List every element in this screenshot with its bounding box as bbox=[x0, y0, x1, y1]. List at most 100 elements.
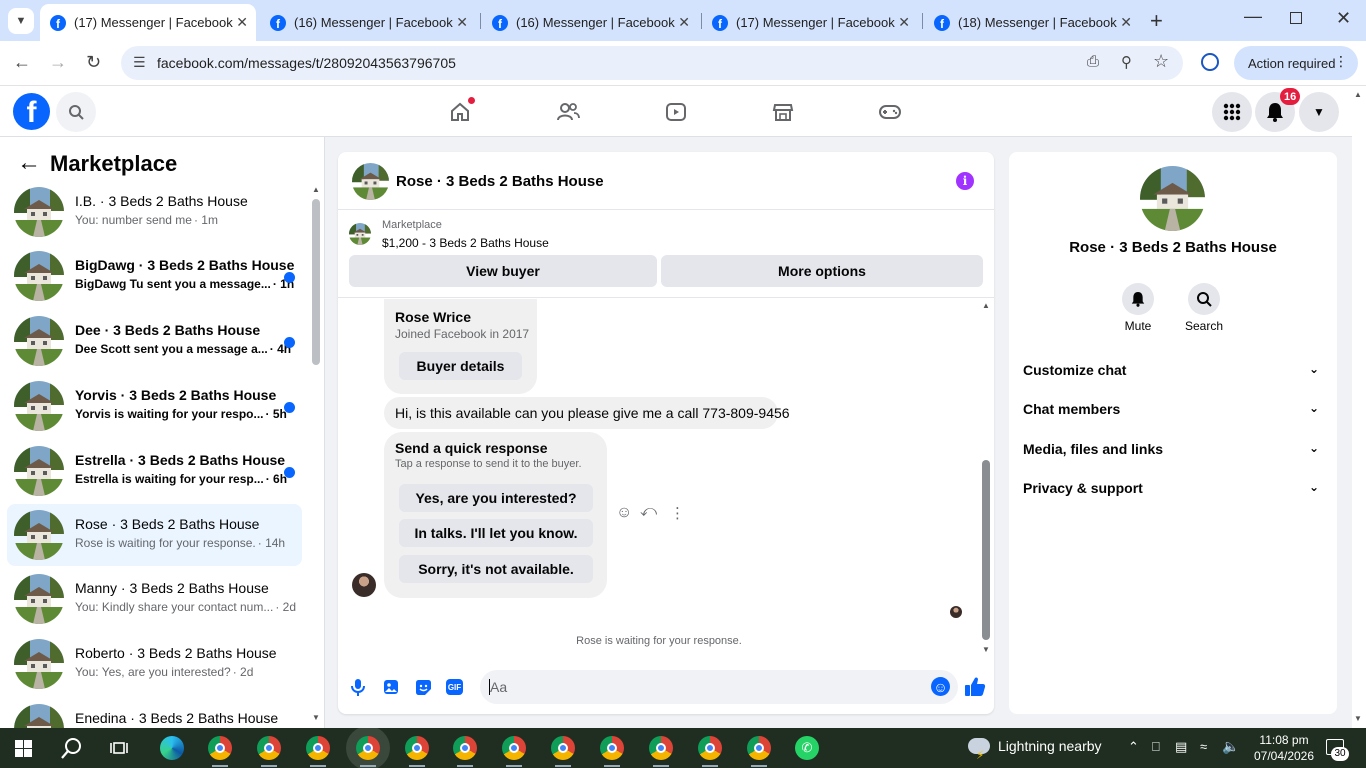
zoom-icon[interactable]: ⚲ bbox=[1121, 53, 1132, 71]
list-scrollbar-thumb[interactable] bbox=[312, 199, 320, 365]
back-icon[interactable]: ← bbox=[13, 52, 31, 73]
site-info-icon[interactable]: ☰ bbox=[133, 54, 146, 71]
weather-widget[interactable]: ⚡ Lightning nearby bbox=[968, 738, 1102, 762]
like-button[interactable] bbox=[964, 676, 986, 702]
more-vert-icon[interactable]: ⋮ bbox=[670, 504, 685, 522]
quick-response-yes[interactable]: Yes, are you interested? bbox=[399, 484, 593, 512]
wifi-icon[interactable]: ≈ bbox=[1200, 739, 1207, 754]
clock-date[interactable]: 07/04/2026 bbox=[1250, 749, 1318, 763]
network-icon[interactable]: ▤ bbox=[1175, 739, 1187, 755]
react-emoji-icon[interactable]: ☺ bbox=[616, 504, 632, 522]
chat-scroll-up-arrow[interactable]: ▲ bbox=[982, 301, 990, 310]
clock-time[interactable]: 11:08 pm bbox=[1254, 733, 1314, 747]
profile-icon[interactable] bbox=[1201, 53, 1219, 71]
friends-tab[interactable] bbox=[554, 98, 582, 126]
bookmark-star-icon[interactable]: ☆ bbox=[1153, 51, 1169, 72]
chrome-app[interactable] bbox=[346, 726, 390, 768]
sticker-button[interactable] bbox=[415, 679, 432, 701]
notifications-button[interactable]: 16 bbox=[1255, 88, 1301, 132]
attach-photo-button[interactable] bbox=[383, 679, 399, 700]
start-button[interactable] bbox=[15, 740, 32, 757]
chrome-app[interactable] bbox=[453, 736, 477, 767]
search-button[interactable] bbox=[56, 92, 96, 132]
conversation-item[interactable]: Enedina · 3 Beds 2 Baths House bbox=[7, 698, 302, 728]
gif-button[interactable]: GIF bbox=[446, 679, 463, 695]
chrome-app[interactable] bbox=[405, 736, 429, 767]
message-input[interactable]: Aa ☺ bbox=[480, 670, 958, 704]
task-view-button[interactable] bbox=[110, 740, 128, 761]
conversation-item[interactable]: Rose · 3 Beds 2 Baths House Rose is waiti… bbox=[7, 504, 302, 566]
conversation-item[interactable]: BigDawg · 3 Beds 2 Baths House BigDawg Tu… bbox=[7, 245, 302, 307]
page-scroll-up-arrow[interactable]: ▲ bbox=[1354, 90, 1362, 99]
chrome-app[interactable] bbox=[698, 736, 722, 767]
chat-scrollbar-thumb[interactable] bbox=[982, 460, 990, 640]
voice-clip-button[interactable] bbox=[350, 678, 366, 701]
view-buyer-button[interactable]: View buyer bbox=[349, 255, 657, 287]
home-tab[interactable] bbox=[446, 97, 475, 126]
chrome-app[interactable] bbox=[208, 736, 232, 767]
chrome-app[interactable] bbox=[502, 736, 526, 767]
chat-profile-image[interactable] bbox=[1140, 166, 1205, 231]
conversation-item[interactable]: Roberto · 3 Beds 2 Baths House You: Yes, … bbox=[7, 633, 302, 695]
edge-app[interactable] bbox=[160, 736, 184, 760]
back-arrow-icon[interactable]: ← bbox=[17, 149, 41, 177]
forward-icon[interactable]: → bbox=[49, 52, 67, 73]
sender-avatar[interactable] bbox=[352, 573, 376, 597]
page-scroll-down-arrow[interactable]: ▼ bbox=[1354, 714, 1362, 723]
menu-button[interactable] bbox=[1212, 92, 1252, 132]
conversation-item[interactable]: Estrella · 3 Beds 2 Baths House Estrella … bbox=[7, 440, 302, 502]
message-bubble[interactable]: Hi, is this available can you please giv… bbox=[384, 397, 790, 429]
close-window-button[interactable]: ✕ bbox=[1336, 8, 1351, 29]
reply-icon[interactable]: ⤺ bbox=[640, 503, 657, 521]
listing-title[interactable]: $1,200 - 3 Beds 2 Baths House bbox=[382, 236, 549, 250]
browser-tab-4[interactable]: f (18) Messenger | Facebook ✕ bbox=[924, 4, 1140, 41]
chrome-app[interactable] bbox=[600, 736, 624, 767]
mute-button[interactable] bbox=[1122, 283, 1154, 315]
browser-tab-0[interactable]: f (17) Messenger | Facebook ✕ bbox=[40, 4, 256, 41]
video-tab[interactable] bbox=[662, 98, 690, 126]
chat-members-section[interactable]: Chat members ⌄ bbox=[1023, 401, 1323, 417]
info-button[interactable]: i bbox=[956, 172, 974, 190]
omnibox[interactable]: ☰ facebook.com/messages/t/28092043563796… bbox=[121, 46, 1183, 80]
whatsapp-app[interactable]: ✆ bbox=[795, 736, 819, 760]
browser-tab-3[interactable]: f (17) Messenger | Facebook ✕ bbox=[702, 4, 918, 41]
buyer-details-button[interactable]: Buyer details bbox=[399, 352, 522, 380]
conversation-item[interactable]: I.B. · 3 Beds 2 Baths House You: number s… bbox=[7, 181, 302, 243]
chat-scroll-down-arrow[interactable]: ▼ bbox=[982, 645, 990, 654]
quick-response-not-available[interactable]: Sorry, it's not available. bbox=[399, 555, 593, 583]
close-icon[interactable]: ✕ bbox=[236, 14, 248, 31]
media-files-links-section[interactable]: Media, files and links ⌄ bbox=[1023, 441, 1323, 457]
chat-title[interactable]: Rose · 3 Beds 2 Baths House bbox=[396, 173, 604, 190]
quick-response-talks[interactable]: In talks. I'll let you know. bbox=[399, 519, 593, 547]
list-scroll-up-arrow[interactable]: ▲ bbox=[312, 185, 320, 194]
conversation-item[interactable]: Manny · 3 Beds 2 Baths House You: Kindly … bbox=[7, 568, 302, 630]
taskbar-search-button[interactable] bbox=[61, 737, 83, 764]
list-scroll-down-arrow[interactable]: ▼ bbox=[312, 713, 320, 722]
gaming-tab[interactable] bbox=[876, 98, 904, 126]
chrome-app[interactable] bbox=[306, 736, 330, 767]
action-required-button[interactable]: Action required ⋮ bbox=[1234, 46, 1358, 80]
chrome-app[interactable] bbox=[257, 736, 281, 767]
url-text[interactable]: facebook.com/messages/t/2809204356379670… bbox=[157, 55, 456, 71]
chat-avatar[interactable] bbox=[352, 163, 389, 200]
facebook-logo-icon[interactable]: f bbox=[13, 93, 50, 130]
reload-icon[interactable]: ↻ bbox=[86, 52, 101, 73]
chrome-app[interactable] bbox=[747, 736, 771, 767]
meet-now-icon[interactable]: ⎕ bbox=[1152, 739, 1160, 755]
chrome-app[interactable] bbox=[649, 736, 673, 767]
close-icon[interactable]: ✕ bbox=[1120, 14, 1132, 31]
install-app-icon[interactable]: ⎙ bbox=[1087, 53, 1099, 70]
new-tab-button[interactable]: + bbox=[1150, 8, 1163, 34]
conversation-item[interactable]: Yorvis · 3 Beds 2 Baths House Yorvis is w… bbox=[7, 375, 302, 437]
close-icon[interactable]: ✕ bbox=[456, 14, 468, 31]
chevron-up-icon[interactable]: ⌃ bbox=[1128, 739, 1139, 755]
minimize-button[interactable]: — bbox=[1244, 6, 1262, 27]
close-icon[interactable]: ✕ bbox=[898, 14, 910, 31]
marketplace-tab[interactable] bbox=[769, 98, 797, 126]
account-button[interactable]: ▼ bbox=[1299, 92, 1339, 132]
browser-tab-1[interactable]: f (16) Messenger | Facebook ✕ bbox=[260, 4, 476, 41]
search-in-chat-button[interactable] bbox=[1188, 283, 1220, 315]
restore-button[interactable] bbox=[1290, 12, 1302, 24]
volume-icon[interactable]: 🔈 bbox=[1222, 738, 1239, 755]
conversation-item[interactable]: Dee · 3 Beds 2 Baths House Dee Scott sent… bbox=[7, 310, 302, 372]
